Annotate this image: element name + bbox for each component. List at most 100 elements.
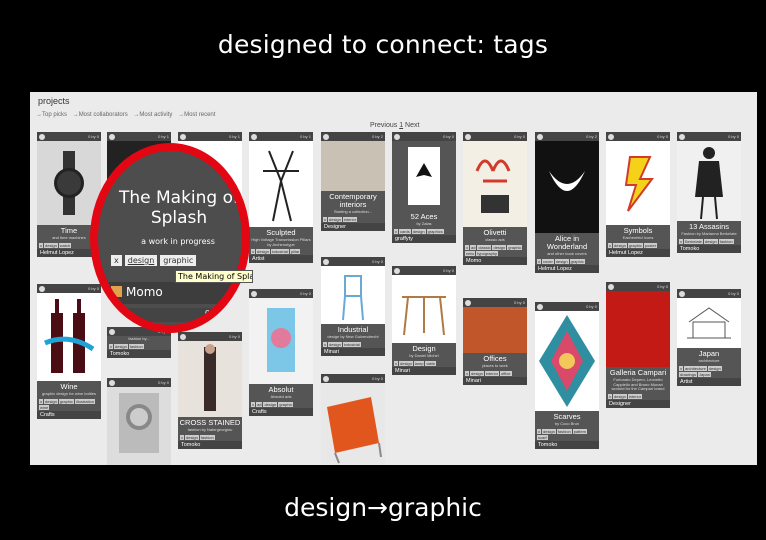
card-user[interactable]: Crafts [249, 407, 313, 416]
tag[interactable]: x [180, 434, 184, 440]
tag-remove[interactable]: x [111, 255, 122, 266]
tag[interactable]: graphics [426, 228, 444, 234]
project-card-symbols[interactable]: 0 by 0 Symbols Eachenfeld Icons x design g… [606, 132, 670, 257]
card-title[interactable]: Contemporary interiors [321, 191, 385, 209]
tag[interactable]: pillar [289, 249, 301, 255]
tag[interactable]: lamp [413, 360, 425, 366]
project-card-sculpted[interactable]: 0 by 1 Sculpted High Voltage Transmissio… [249, 132, 313, 264]
tag[interactable]: x [465, 244, 469, 250]
card-user[interactable]: Designer [321, 222, 385, 231]
card-user[interactable]: Tomoko [107, 349, 171, 358]
card-thumbnail[interactable] [677, 298, 741, 348]
card-thumbnail[interactable] [535, 141, 599, 233]
zoomed-card-making-of-splash[interactable]: The Making of Splash a work in progress … [98, 151, 242, 325]
project-card-scarves[interactable]: 0 by 0 Scarves by Coco Brun x design fashi… [535, 302, 599, 449]
project-card-wine[interactable]: 0 by 0 Wine graphic design for wine bott… [37, 284, 101, 419]
tag[interactable]: x [537, 428, 541, 434]
tag[interactable]: design [44, 242, 58, 248]
card-title[interactable]: Design [392, 343, 456, 353]
tag[interactable]: x [608, 242, 612, 248]
card-user[interactable]: Helmut Lopez [535, 264, 599, 273]
card-user[interactable]: Tomoko [677, 244, 741, 253]
tag[interactable]: cover [542, 258, 554, 264]
project-card-alice-in-wonderland[interactable]: 0 by 2 Alice in Wonderland and other boo… [535, 132, 599, 273]
nav-most-recent[interactable]: →Most recent [178, 112, 215, 118]
tag[interactable]: x [394, 228, 398, 234]
card-user[interactable]: Tomoko [535, 440, 599, 449]
tag[interactable]: design [613, 394, 627, 400]
zoomed-card-title[interactable]: The Making of Splash [114, 188, 242, 228]
tag[interactable]: illustration [74, 398, 95, 404]
card-title[interactable]: 13 Assasins [677, 221, 741, 231]
card-thumbnail[interactable] [37, 141, 101, 225]
card-user[interactable]: Designer [606, 400, 670, 409]
tag[interactable]: ad [256, 401, 263, 407]
pager-current-page[interactable]: 1 [399, 122, 403, 129]
tag[interactable]: design [328, 216, 342, 222]
project-card-japan[interactable]: 0 by 0 Japan architecture x architecture d… [677, 289, 741, 386]
tag[interactable]: design [263, 401, 278, 407]
card-title[interactable]: Alice in Wonderland [535, 233, 599, 251]
tag[interactable]: table [425, 360, 437, 366]
tag[interactable]: classic [477, 244, 492, 250]
tag[interactable]: design [470, 370, 484, 376]
tag[interactable]: design [703, 238, 718, 244]
tag[interactable]: graphic [507, 244, 523, 250]
zoomed-card-user[interactable]: Momo [98, 282, 242, 304]
tag-design[interactable]: design [124, 255, 158, 266]
card-title[interactable]: Scarves [535, 411, 599, 421]
card-thumbnail[interactable] [321, 266, 385, 324]
project-card-clock[interactable]: 0 by 0 [107, 378, 171, 465]
tag[interactable]: interior [484, 370, 500, 376]
tag[interactable]: wine [39, 404, 50, 410]
card-user[interactable]: Minari [392, 366, 456, 375]
tag[interactable]: x [109, 343, 113, 349]
tag[interactable]: x [39, 398, 43, 404]
tag[interactable]: x [323, 216, 327, 222]
pager-previous[interactable]: Previous [370, 122, 397, 129]
card-user[interactable]: Artist [677, 377, 741, 386]
card-title[interactable]: Japan [677, 348, 741, 358]
project-card-orange-chair[interactable]: 0 by 0 [321, 374, 385, 465]
project-card-13-assasins[interactable]: 0 by 0 13 Assasins Fashion by Marianna B… [677, 132, 741, 253]
tag[interactable]: ad [470, 244, 477, 250]
project-card-industrial[interactable]: 0 by 0 Industrial design by New Gulvendr… [321, 257, 385, 356]
tag[interactable]: graphic [627, 242, 643, 248]
tag[interactable]: design [114, 343, 128, 349]
card-thumbnail[interactable] [463, 307, 527, 353]
card-user[interactable]: Helmut Lopez [606, 248, 670, 257]
project-card-cross-stained[interactable]: 0 by 0 CROSS STAINED fashion by Natergeo… [178, 332, 242, 449]
tag-graphic[interactable]: graphic [160, 255, 197, 266]
tag[interactable]: office [500, 370, 512, 376]
card-thumbnail[interactable] [463, 141, 527, 227]
tag[interactable]: x [323, 341, 327, 347]
tag[interactable]: x [465, 370, 469, 376]
tag[interactable]: design [492, 244, 507, 250]
card-title[interactable]: Symbols [606, 225, 670, 235]
tag[interactable]: retro [465, 250, 476, 256]
tag[interactable]: fashion [199, 434, 215, 440]
tag[interactable]: scarf [537, 434, 548, 440]
card-thumbnail[interactable] [249, 298, 313, 384]
tag[interactable]: x [537, 258, 541, 264]
card-title[interactable]: CROSS STAINED [178, 417, 242, 427]
tag[interactable]: design [185, 434, 199, 440]
tag[interactable]: design [554, 258, 569, 264]
card-user[interactable]: Tomoko [178, 440, 242, 449]
tag[interactable]: architecture [684, 365, 707, 371]
card-user[interactable]: Artist [249, 255, 313, 264]
tag[interactable]: design [411, 228, 426, 234]
card-title[interactable]: Offices [463, 353, 527, 363]
card-title[interactable]: Wine [37, 381, 101, 391]
card-thumbnail[interactable] [249, 141, 313, 227]
project-card-52-aces[interactable]: 0 by 0 52 Aces by Zalas x cards design grap… [392, 132, 456, 243]
card-thumbnail[interactable] [178, 341, 242, 417]
tag[interactable]: graphic [569, 258, 585, 264]
card-user[interactable]: Minari [463, 376, 527, 385]
tag[interactable]: poster [643, 242, 658, 248]
project-card-contemporary-interiors[interactable]: 0 by 2 Contemporary interiors Starting a… [321, 132, 385, 231]
tag[interactable]: Japan [698, 371, 711, 377]
project-card-galleria-campari[interactable]: 0 by 0 Galleria Campari Fortunato Depero… [606, 282, 670, 409]
tag[interactable]: fashion [718, 238, 734, 244]
card-title[interactable]: Absolut [249, 384, 313, 394]
